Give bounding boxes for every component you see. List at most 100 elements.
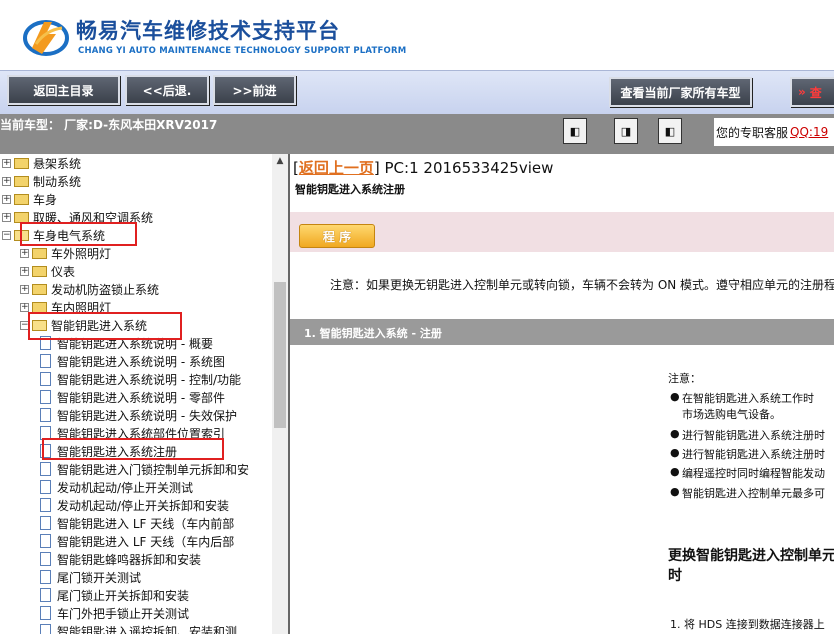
bullet-icon: ●: [670, 485, 680, 498]
logo-icon: [23, 20, 69, 56]
document-icon: [40, 570, 51, 584]
tree-doc-item[interactable]: 智能钥匙进入系统说明 - 零部件: [40, 388, 225, 406]
document-icon: [40, 354, 51, 368]
tree-item-label: 智能钥匙进入门锁控制单元拆卸和安: [57, 462, 250, 477]
highlight-box-body-electrical: [20, 222, 137, 246]
note-item: ● 编程遥控时同时编程智能发动: [670, 465, 825, 480]
layout-right-icon[interactable]: ◧: [658, 118, 682, 144]
tree-doc-item[interactable]: 智能钥匙进入 LF 天线（车内前部: [40, 514, 234, 532]
folder-icon: [32, 301, 47, 313]
info-bar: 当前车型： 厂家:D-东风本田XRV2017 ◧ ◨ ◧ 您的专职客服 QQ:1…: [0, 114, 834, 154]
tree-folder-item[interactable]: + 车外照明灯: [20, 244, 111, 262]
tree-doc-item[interactable]: 智能钥匙进入 LF 天线（车内后部: [40, 532, 234, 550]
query-button-label: 查: [809, 85, 822, 100]
current-car-model: 当前车型： 厂家:D-东风本田XRV2017: [0, 118, 218, 132]
expand-icon[interactable]: +: [2, 194, 11, 204]
expand-icon[interactable]: +: [20, 302, 29, 312]
expand-icon[interactable]: +: [2, 158, 11, 168]
tree-doc-item[interactable]: 尾门锁止开关拆卸和安装: [40, 586, 189, 604]
tree-doc-item[interactable]: 智能钥匙进入系统说明 - 失效保护: [40, 406, 237, 424]
tree-folder-item[interactable]: + 发动机防盗锁止系统: [20, 280, 159, 298]
tree-item-label: 车身: [33, 192, 58, 207]
scroll-up-arrow-icon[interactable]: ▲: [272, 156, 288, 170]
tree-scrollbar[interactable]: ▲: [272, 154, 288, 634]
expand-icon[interactable]: +: [2, 212, 11, 222]
tree-item-label: 仪表: [51, 264, 76, 279]
highlight-box-registration: [42, 438, 224, 460]
back-button[interactable]: <<后退.: [125, 75, 209, 105]
procedure-button[interactable]: 程 序: [299, 224, 375, 248]
expand-icon[interactable]: +: [20, 266, 29, 276]
service-contact: 您的专职客服 QQ:19: [714, 118, 834, 146]
tree-item-label: 尾门锁止开关拆卸和安装: [57, 588, 190, 603]
note-item: 市场选购电气设备。: [682, 408, 781, 421]
tree-doc-item[interactable]: 智能钥匙进入系统说明 - 控制/功能: [40, 370, 241, 388]
expand-icon[interactable]: +: [20, 284, 29, 294]
note-item: ● 进行智能钥匙进入系统注册时: [670, 427, 825, 442]
tree-doc-item[interactable]: 发动机起动/停止开关拆卸和安装: [40, 496, 229, 514]
tree-item-label: 车门外把手锁止开关测试: [57, 606, 190, 621]
doc-title: 智能钥匙进入系统注册: [295, 183, 405, 196]
forward-button[interactable]: >>前进: [213, 75, 296, 105]
page-id: PC:1 2016533425view: [384, 159, 554, 177]
folder-icon: [14, 211, 29, 223]
note-item: ● 进行智能钥匙进入系统注册时: [670, 446, 825, 461]
document-icon: [40, 372, 51, 386]
service-qq-link[interactable]: QQ:19: [790, 125, 828, 139]
collapse-icon[interactable]: −: [2, 230, 11, 240]
folder-icon: [14, 193, 29, 205]
tree-item-label: 发动机起动/停止开关测试: [57, 480, 194, 495]
tree-doc-item[interactable]: 智能钥匙进入系统说明 - 系统图: [40, 352, 225, 370]
document-icon: [40, 606, 51, 620]
content-header: [返回上一页] PC:1 2016533425view: [293, 157, 553, 178]
note-item: ● 智能钥匙进入控制单元最多可: [670, 485, 825, 500]
query-button[interactable]: » 查: [790, 77, 834, 107]
notice-text: 注意：如果更换无钥匙进入控制单元或转向锁，车辆不会转为 ON 模式。遵守相应单元…: [330, 278, 834, 292]
app-title: 畅易汽车维修技术支持平台: [76, 19, 340, 43]
document-icon: [40, 588, 51, 602]
tree-folder-item[interactable]: + 车身: [2, 190, 57, 208]
app-subtitle: CHANG YI AUTO MAINTENANCE TECHNOLOGY SUP…: [78, 46, 407, 56]
highlight-box-smart-key: [28, 312, 182, 340]
layout-split-icon[interactable]: ◨: [614, 118, 638, 144]
document-icon: [40, 534, 51, 548]
tree-doc-item[interactable]: 车门外把手锁止开关测试: [40, 604, 189, 622]
tree-folder-item[interactable]: + 悬架系统: [2, 154, 81, 172]
tree-doc-item[interactable]: 智能钥匙蜂鸣器拆卸和安装: [40, 550, 201, 568]
document-icon: [40, 390, 51, 404]
subheading: 更换智能钥匙进入控制单元 时: [668, 548, 834, 584]
scroll-thumb[interactable]: [274, 282, 286, 428]
folder-icon: [14, 157, 29, 169]
back-to-previous-link[interactable]: 返回上一页: [299, 159, 374, 177]
tree-item-label: 智能钥匙进入系统说明 - 零部件: [57, 390, 225, 405]
expand-icon[interactable]: +: [20, 248, 29, 258]
section-title: 1. 智能钥匙进入系统 - 注册: [304, 327, 442, 340]
tree-item-label: 尾门锁开关测试: [57, 570, 142, 585]
tree-item-label: 悬架系统: [33, 156, 82, 171]
bullet-icon: ●: [670, 465, 680, 478]
tree-item-label: 制动系统: [33, 174, 82, 189]
procedure-band: 程 序: [290, 212, 834, 252]
tree-doc-item[interactable]: 智能钥匙进入遥控拆卸、安装和测: [40, 622, 237, 634]
folder-icon: [14, 175, 29, 187]
bracket-close: ]: [373, 159, 380, 177]
tree-doc-item[interactable]: 尾门锁开关测试: [40, 568, 141, 586]
view-all-models-button[interactable]: 查看当前厂家所有车型: [609, 77, 752, 107]
layout-single-icon[interactable]: ◧: [563, 118, 587, 144]
expand-icon[interactable]: +: [2, 176, 11, 186]
tree-item-label: 车外照明灯: [51, 246, 112, 261]
toolbar: 返回主目录 <<后退. >>前进 查看当前厂家所有车型 » 查: [0, 70, 834, 115]
tree-doc-item[interactable]: 智能钥匙进入门锁控制单元拆卸和安: [40, 460, 249, 478]
tree-folder-item[interactable]: + 仪表: [20, 262, 75, 280]
document-icon: [40, 408, 51, 422]
tree-item-label: 智能钥匙进入 LF 天线（车内前部: [57, 516, 235, 531]
bullet-icon: ●: [670, 446, 680, 459]
document-icon: [40, 480, 51, 494]
note-label: 注意：: [668, 372, 701, 385]
home-button[interactable]: 返回主目录: [7, 75, 120, 105]
tree-item-label: 智能钥匙进入系统说明 - 失效保护: [57, 408, 237, 423]
tree-doc-item[interactable]: 发动机起动/停止开关测试: [40, 478, 193, 496]
content-panel: [返回上一页] PC:1 2016533425view 智能钥匙进入系统注册 程…: [288, 154, 834, 634]
folder-icon: [32, 283, 47, 295]
tree-folder-item[interactable]: + 制动系统: [2, 172, 81, 190]
